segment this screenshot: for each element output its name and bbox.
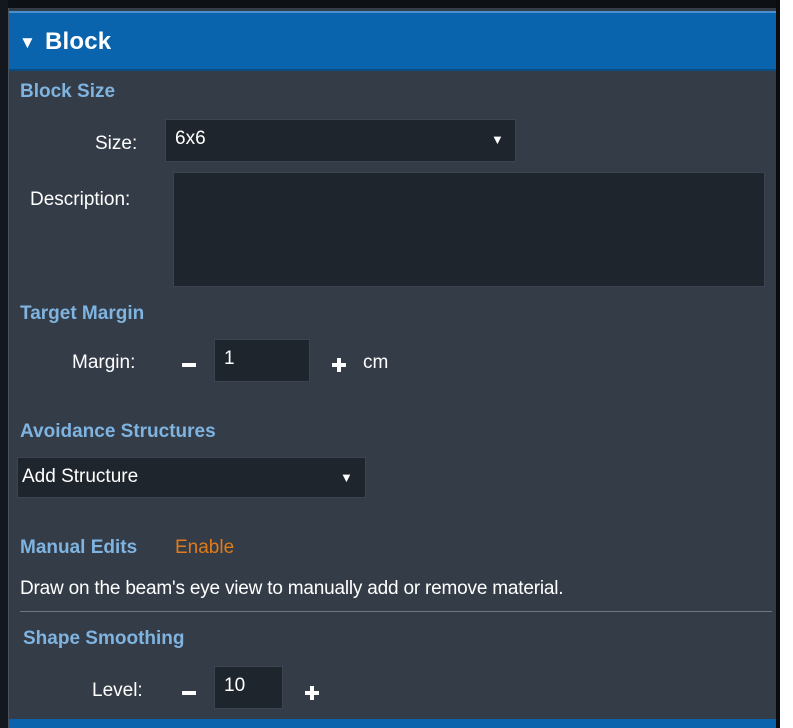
margin-unit: cm xyxy=(363,352,389,373)
margin-decrement-button[interactable] xyxy=(182,363,196,367)
avoidance-structures-section-title: Avoidance Structures xyxy=(20,421,216,442)
level-label: Level: xyxy=(92,680,143,701)
chevron-down-icon: ▼ xyxy=(491,132,504,147)
shape-smoothing-section-title: Shape Smoothing xyxy=(23,628,185,649)
enable-manual-edits-link[interactable]: Enable xyxy=(175,537,234,559)
target-margin-section-title: Target Margin xyxy=(20,303,145,324)
window-left-edge xyxy=(0,0,8,728)
level-increment-button[interactable] xyxy=(305,686,319,700)
manual-edits-help-text: Draw on the beam's eye view to manually … xyxy=(20,578,564,599)
margin-input[interactable]: 1 xyxy=(214,339,310,382)
size-select-value: 6x6 xyxy=(175,128,206,149)
description-field[interactable] xyxy=(173,172,765,287)
level-decrement-button[interactable] xyxy=(182,691,196,695)
margin-label: Margin: xyxy=(72,352,136,373)
size-select[interactable]: 6x6 ▼ xyxy=(165,119,516,162)
collapse-caret-icon[interactable]: ▼ xyxy=(19,33,36,53)
panel-title: Block xyxy=(45,28,112,55)
add-structure-select[interactable]: Add Structure ▼ xyxy=(17,457,366,498)
block-panel: ▼ Block Block Size Size: 6x6 ▼ Descripti… xyxy=(8,8,776,728)
panel-right-border xyxy=(776,0,780,728)
block-panel-header[interactable]: ▼ Block xyxy=(9,11,776,71)
size-label: Size: xyxy=(95,133,138,154)
section-divider xyxy=(20,611,772,612)
level-input-value: 10 xyxy=(224,675,246,696)
next-panel-header-edge xyxy=(9,719,776,728)
margin-input-value: 1 xyxy=(224,348,235,369)
margin-increment-button[interactable] xyxy=(332,358,346,372)
chevron-down-icon: ▼ xyxy=(340,470,353,485)
manual-edits-section-title: Manual Edits xyxy=(20,537,138,558)
add-structure-select-value: Add Structure xyxy=(22,466,139,487)
level-input[interactable]: 10 xyxy=(214,666,283,709)
block-size-section-title: Block Size xyxy=(20,81,116,102)
description-label: Description: xyxy=(30,189,131,210)
